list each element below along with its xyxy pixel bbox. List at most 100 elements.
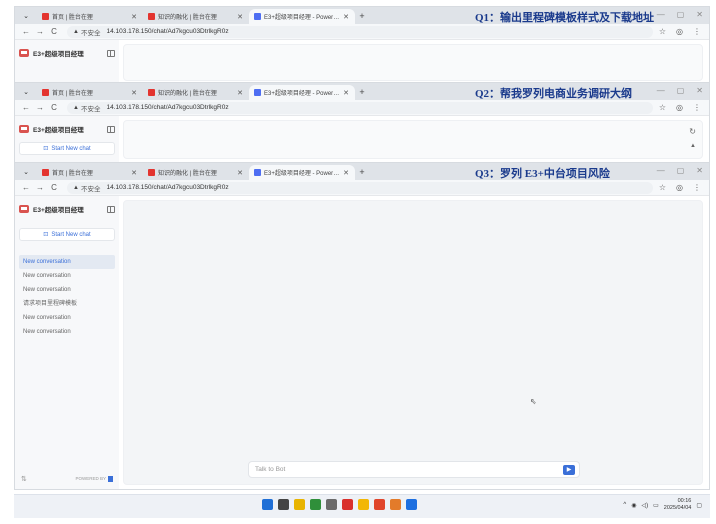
minimize-icon[interactable]: — <box>657 166 665 175</box>
battery-icon[interactable]: ▭ <box>653 502 659 509</box>
taskbar-app-icon[interactable] <box>326 499 337 510</box>
chat-input[interactable]: Talk to Bot ▶ <box>248 461 580 478</box>
insecure-label: 不安全 <box>80 105 101 113</box>
brand-name: E3+超级项目经理 <box>33 207 84 214</box>
new-tab-button[interactable]: + <box>355 85 369 99</box>
close-icon[interactable]: ✕ <box>236 13 244 21</box>
taskbar-app-icon[interactable] <box>374 499 385 510</box>
site-favicon-icon <box>148 13 155 20</box>
tab-search-icon[interactable]: ⌄ <box>19 85 33 99</box>
tab-home[interactable]: 首页 | 胜台在狸 ✕ <box>37 165 143 180</box>
back-arrow-icon[interactable]: ← <box>19 27 33 36</box>
minimize-icon[interactable]: — <box>657 10 665 19</box>
tab-title: E3+超级项目经理 - Powered b <box>264 171 342 177</box>
conversation-item[interactable]: New conversation <box>19 269 115 283</box>
tab-home[interactable]: 首页 | 胜台在狸 ✕ <box>37 85 143 100</box>
start-new-chat-button[interactable]: ⊡ Start New chat <box>19 142 115 155</box>
close-icon[interactable]: ✕ <box>342 13 350 21</box>
maximize-icon[interactable]: ▢ <box>677 86 685 95</box>
menu-dots-icon[interactable]: ⋮ <box>693 183 701 192</box>
profile-icon[interactable]: ◎ <box>676 27 683 36</box>
reload-icon[interactable]: C <box>47 103 61 112</box>
site-favicon-icon <box>42 169 49 176</box>
chat-input-placeholder: Talk to Bot <box>255 466 286 473</box>
profile-icon[interactable]: ◎ <box>676 183 683 192</box>
tab-search-icon[interactable]: ⌄ <box>19 165 33 179</box>
taskbar-app-icon[interactable] <box>262 499 273 510</box>
profile-icon[interactable]: ◎ <box>676 103 683 112</box>
menu-dots-icon[interactable]: ⋮ <box>693 27 701 36</box>
window-controls: — ▢ ✕ <box>657 166 703 175</box>
close-window-icon[interactable]: ✕ <box>696 86 703 95</box>
sidebar-toggle-icon[interactable] <box>107 205 115 213</box>
conversation-item[interactable]: New conversation <box>19 325 115 339</box>
new-tab-button[interactable]: + <box>355 165 369 179</box>
taskbar-app-icon[interactable] <box>310 499 321 510</box>
conversation-item[interactable]: New conversation <box>19 283 115 297</box>
reload-icon[interactable]: C <box>47 183 61 192</box>
url-field[interactable]: ▲ 不安全 14.103.178.150/chat/Ad7kgcu03DtrlkgR… <box>67 101 653 114</box>
conversation-item[interactable]: New conversation <box>19 311 115 325</box>
forward-arrow-icon[interactable]: → <box>33 27 47 36</box>
url-field[interactable]: ▲ 不安全 14.103.178.150/chat/Ad7kgcu03DtrlkgR… <box>67 181 653 194</box>
chevron-up-icon[interactable]: ^ <box>623 502 626 508</box>
tab-bot[interactable]: E3+超级项目经理 - Powered b ✕ <box>249 85 355 100</box>
close-window-icon[interactable]: ✕ <box>696 166 703 175</box>
send-button[interactable]: ▶ <box>563 464 575 475</box>
close-icon[interactable]: ✕ <box>342 89 350 97</box>
reload-icon[interactable]: C <box>47 27 61 36</box>
forward-arrow-icon[interactable]: → <box>33 183 47 192</box>
site-favicon-icon <box>148 169 155 176</box>
close-icon[interactable]: ✕ <box>130 89 138 97</box>
clock[interactable]: 00:16 2025/04/04 <box>664 498 692 512</box>
conversation-item[interactable]: New conversation <box>19 255 115 269</box>
taskbar-app-icon[interactable] <box>342 499 353 510</box>
start-new-chat-button[interactable]: ⊡ Start New chat <box>19 228 115 241</box>
tab-knowledge[interactable]: 知识的融化 | 胜台在狸 ✕ <box>143 165 249 180</box>
taskbar-app-icon[interactable] <box>390 499 401 510</box>
back-arrow-icon[interactable]: ← <box>19 103 33 112</box>
close-icon[interactable]: ✕ <box>130 13 138 21</box>
maximize-icon[interactable]: ▢ <box>677 166 685 175</box>
conversation-item[interactable]: 请求项目里程碑模板 <box>19 297 115 311</box>
tab-search-icon[interactable]: ⌄ <box>19 9 33 23</box>
taskbar-app-icon[interactable] <box>278 499 289 510</box>
tab-bot[interactable]: E3+超级项目经理 - Powered b ✕ <box>249 9 355 24</box>
wifi-icon[interactable]: ◉ <box>631 502 636 509</box>
bookmark-star-icon[interactable]: ☆ <box>659 183 666 192</box>
bookmark-star-icon[interactable]: ☆ <box>659 103 666 112</box>
mouse-cursor-icon: ⇖ <box>530 397 537 406</box>
new-tab-button[interactable]: + <box>355 9 369 23</box>
close-window-icon[interactable]: ✕ <box>696 10 703 19</box>
close-icon[interactable]: ✕ <box>236 169 244 177</box>
volume-icon[interactable]: ◁) <box>642 502 649 509</box>
maximize-icon[interactable]: ▢ <box>677 10 685 19</box>
menu-dots-icon[interactable]: ⋮ <box>693 103 701 112</box>
close-icon[interactable]: ✕ <box>236 89 244 97</box>
back-arrow-icon[interactable]: ← <box>19 183 33 192</box>
swap-icon[interactable]: ⇅ <box>21 475 27 483</box>
taskbar-app-icon[interactable] <box>358 499 369 510</box>
bot-favicon-icon <box>254 13 261 20</box>
minimize-icon[interactable]: — <box>657 86 665 95</box>
app-area: E3+超级项目经理 ⊡ Start New chat New conversati… <box>15 196 709 489</box>
tab-home[interactable]: 首页 | 胜台在狸 ✕ <box>37 9 143 24</box>
address-bar: ← → C ▲ 不安全 14.103.178.150/chat/Ad7kgcu03D… <box>15 100 709 116</box>
forward-arrow-icon[interactable]: → <box>33 103 47 112</box>
tab-knowledge[interactable]: 知识的融化 | 胜台在狸 ✕ <box>143 9 249 24</box>
bookmark-star-icon[interactable]: ☆ <box>659 27 666 36</box>
sidebar-toggle-icon[interactable] <box>107 49 115 57</box>
scroll-up-icon[interactable]: ▲ <box>690 143 696 149</box>
url-text: 14.103.178.150/chat/Ad7kgcu03DtrlkgR0z <box>106 184 229 191</box>
close-icon[interactable]: ✕ <box>342 169 350 177</box>
taskbar-app-icon[interactable] <box>406 499 417 510</box>
site-favicon-icon <box>42 13 49 20</box>
notification-icon[interactable]: ▢ <box>696 502 702 509</box>
tab-knowledge[interactable]: 知识的融化 | 胜台在狸 ✕ <box>143 85 249 100</box>
url-field[interactable]: ▲ 不安全 14.103.178.150/chat/Ad7kgcu03DtrlkgR… <box>67 25 653 38</box>
close-icon[interactable]: ✕ <box>130 169 138 177</box>
question-caption: Q3：罗列 E3+中台项目风险 <box>475 168 610 180</box>
sidebar-toggle-icon[interactable] <box>107 125 115 133</box>
taskbar-app-icon[interactable] <box>294 499 305 510</box>
tab-bot[interactable]: E3+超级项目经理 - Powered b ✕ <box>249 165 355 180</box>
